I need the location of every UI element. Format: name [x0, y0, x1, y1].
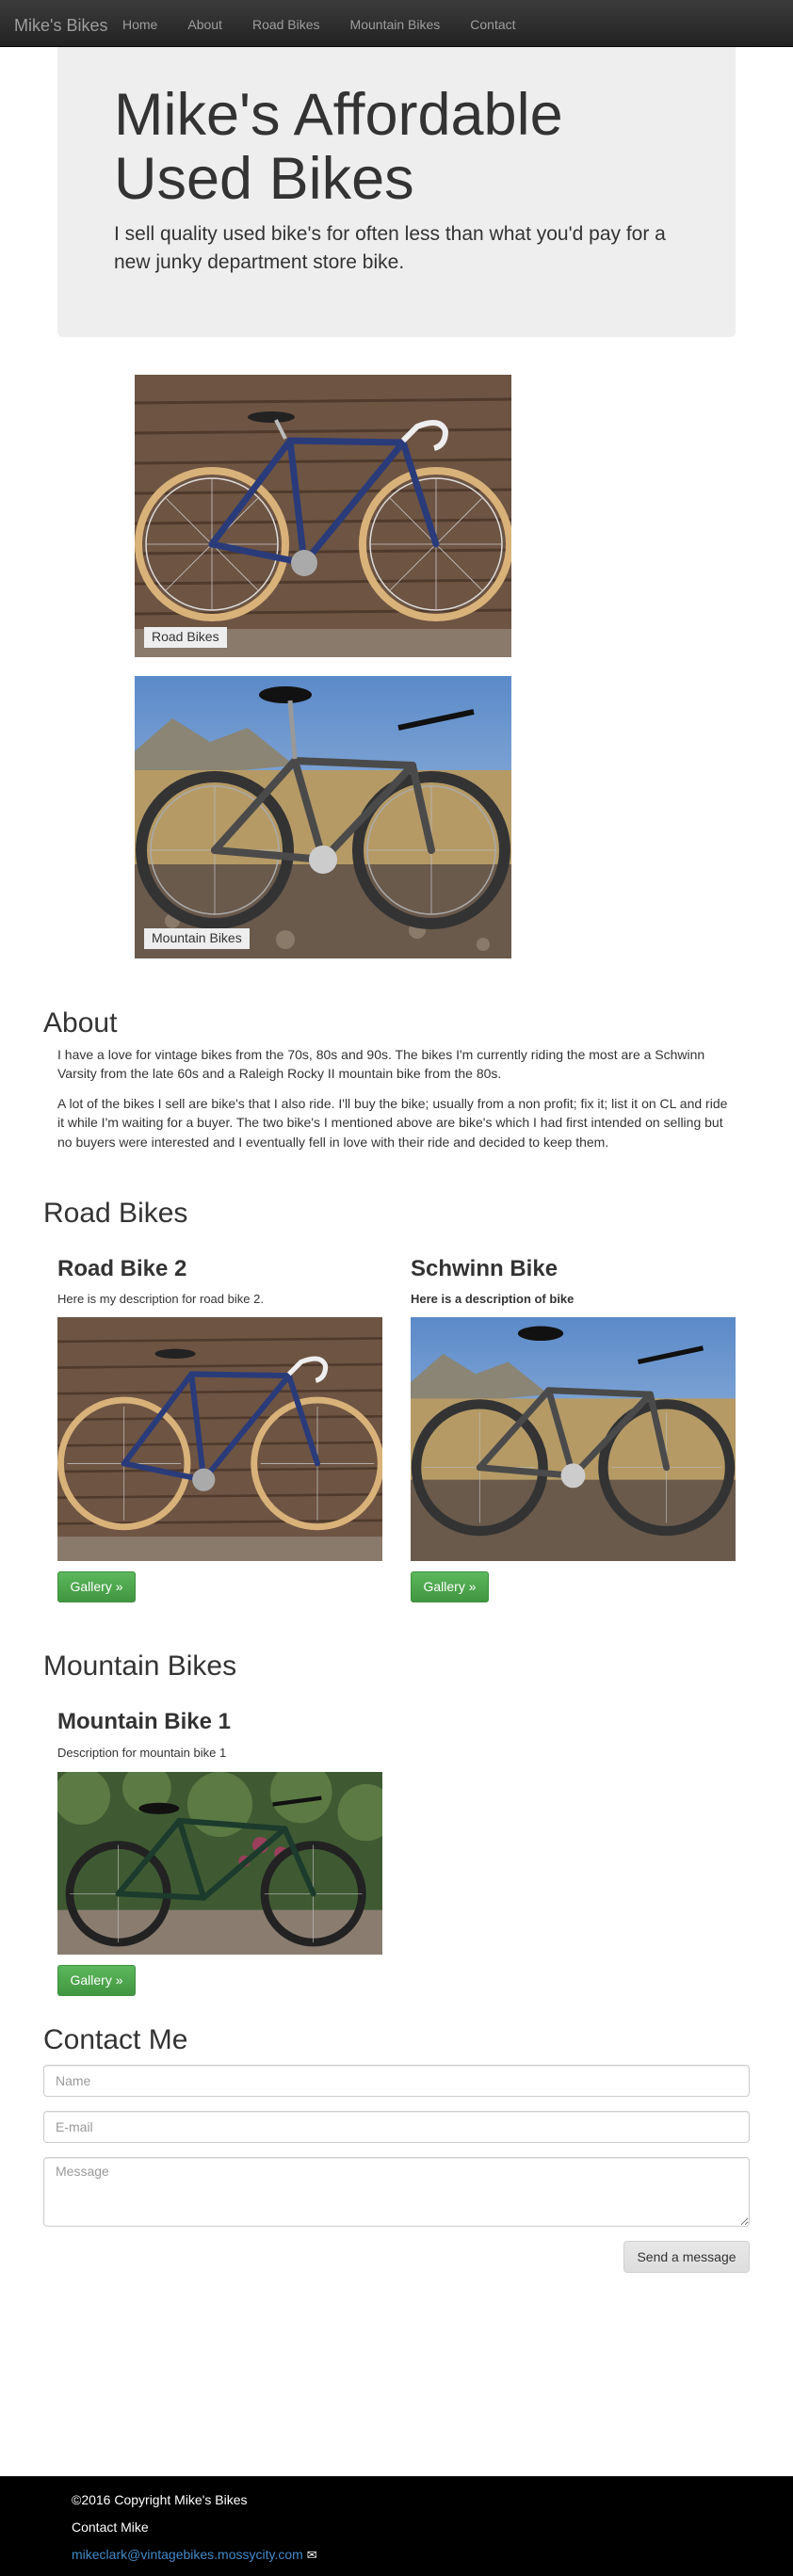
road-bike-2-title: Road Bike 2 [57, 1256, 187, 1281]
nav-link-about[interactable]: About [187, 16, 222, 35]
envelope-icon: ✉ [306, 2548, 317, 2562]
jumbotron-lead: I sell quality used bike's for often les… [114, 223, 666, 274]
mountain-bike-image [135, 676, 511, 958]
schwinn-bike-photo[interactable] [411, 1317, 736, 1561]
mountain-bike-1-title: Mountain Bike 1 [57, 1709, 232, 1734]
page-title: Mike's Affordable Used Bikes [114, 82, 563, 213]
message-textarea[interactable] [43, 2157, 750, 2227]
name-input[interactable] [43, 2065, 750, 2097]
footer: ©2016 Copyright Mike's Bikes Contact Mik… [0, 2476, 793, 2576]
road-bike-2-desc: Here is my description for road bike 2. [57, 1292, 264, 1306]
contact-heading: Contact Me [43, 2024, 188, 2055]
about-paragraph-2: A lot of the bikes I sell are bike's tha… [57, 1096, 728, 1150]
carousel-caption-mountain: Mountain Bikes [144, 928, 250, 949]
mountain-bike-1-gallery-button[interactable]: Gallery » [57, 1965, 136, 1996]
jumbotron: Mike's Affordable Used Bikes I sell qual… [57, 47, 736, 337]
footer-email-row: mikeclark@vintagebikes.mossycity.com ✉ [72, 2546, 317, 2565]
schwinn-bike-image [411, 1317, 736, 1561]
schwinn-bike-title: Schwinn Bike [411, 1256, 558, 1281]
carousel-mountain-bike-photo[interactable]: Mountain Bikes [135, 676, 511, 958]
send-message-button[interactable]: Send a message [623, 2241, 750, 2273]
nav-link-home[interactable]: Home [122, 16, 157, 35]
nav-link-road-bikes[interactable]: Road Bikes [252, 16, 320, 35]
about-heading: About [43, 1007, 118, 1038]
mountain-bikes-heading: Mountain Bikes [43, 1650, 237, 1682]
mountain-bike-1-desc: Description for mountain bike 1 [57, 1746, 227, 1760]
footer-email-link[interactable]: mikeclark@vintagebikes.mossycity.com [72, 2547, 303, 2562]
mountain-bike-1-photo[interactable] [57, 1772, 382, 1955]
page: Mike's Bikes Home About Road Bikes Mount… [0, 0, 793, 2576]
nav-links: Home About Road Bikes Mountain Bikes Con… [122, 16, 546, 35]
carousel-caption-road: Road Bikes [144, 627, 227, 648]
mountain-bike-1-image [57, 1772, 382, 1955]
road-bike-2-image [57, 1317, 382, 1561]
road-bike-2-photo[interactable] [57, 1317, 382, 1561]
email-input[interactable] [43, 2111, 750, 2143]
carousel-road-bike-photo[interactable]: Road Bikes [135, 375, 511, 657]
road-bike-2-gallery-button[interactable]: Gallery » [57, 1571, 136, 1602]
footer-contact-label: Contact Mike [72, 2520, 149, 2535]
about-paragraph-1: I have a love for vintage bikes from the… [57, 1047, 705, 1082]
nav-link-mountain-bikes[interactable]: Mountain Bikes [350, 16, 441, 35]
road-bikes-heading: Road Bikes [43, 1198, 188, 1229]
navbar: Mike's Bikes Home About Road Bikes Mount… [0, 0, 793, 47]
road-bike-image [135, 375, 511, 657]
footer-copyright: ©2016 Copyright Mike's Bikes [72, 2492, 248, 2507]
nav-link-contact[interactable]: Contact [470, 16, 515, 35]
schwinn-bike-desc: Here is a description of bike [411, 1292, 575, 1306]
navbar-brand[interactable]: Mike's Bikes [14, 14, 107, 39]
schwinn-bike-gallery-button[interactable]: Gallery » [411, 1571, 489, 1602]
